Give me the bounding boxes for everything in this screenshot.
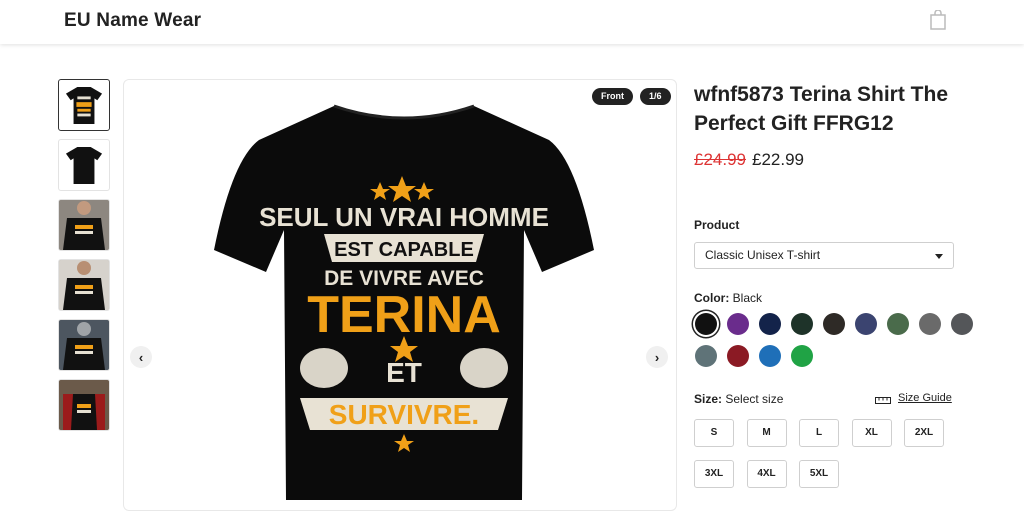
print-line-4: TERINA xyxy=(307,286,501,344)
ruler-icon xyxy=(875,397,891,404)
thumbnail-model-2[interactable] xyxy=(58,259,110,311)
thumbnail-model-4[interactable] xyxy=(58,379,110,431)
thumbnail-back[interactable] xyxy=(58,139,110,191)
thumbnail-model-1[interactable] xyxy=(58,199,110,251)
color-swatch[interactable] xyxy=(855,313,877,335)
color-swatch[interactable] xyxy=(919,313,941,335)
tshirt-image: SEUL UN VRAI HOMME EST CAPABLE DE VIVRE … xyxy=(214,104,594,500)
size-option-4xl[interactable]: 4XL xyxy=(746,460,787,488)
product-select[interactable]: Classic Unisex T-shirt xyxy=(694,242,954,269)
site-header: EU Name Wear xyxy=(0,0,1024,44)
color-swatch[interactable] xyxy=(759,345,781,367)
print-line-6: SURVIVRE. xyxy=(329,399,479,430)
color-swatch[interactable] xyxy=(791,345,813,367)
thumbnail-list xyxy=(58,79,112,439)
thumbnail-model-3[interactable] xyxy=(58,319,110,371)
size-label-key: Size: xyxy=(694,392,723,406)
current-price: £22.99 xyxy=(752,150,804,169)
color-swatch[interactable] xyxy=(727,313,749,335)
size-guide-link[interactable]: Size Guide xyxy=(898,392,952,404)
chevron-left-icon[interactable]: ‹ xyxy=(130,346,152,368)
color-swatch[interactable] xyxy=(823,313,845,335)
size-option-m[interactable]: M xyxy=(746,419,787,447)
color-swatch[interactable] xyxy=(887,313,909,335)
print-line-2: EST CAPABLE xyxy=(334,239,474,261)
product-select-value: Classic Unisex T-shirt xyxy=(705,248,821,262)
thumbnail-front[interactable] xyxy=(58,79,110,131)
color-swatch[interactable] xyxy=(951,313,973,335)
product-info: wfnf5873 Terina Shirt The Perfect Gift F… xyxy=(694,80,974,488)
product-image-viewer: Front 1/6 ‹ › SEUL UN VRAI HOMME EST CAP… xyxy=(123,79,677,511)
size-option-3xl[interactable]: 3XL xyxy=(694,460,734,488)
shopping-bag-icon[interactable] xyxy=(929,10,947,30)
color-swatch[interactable] xyxy=(727,345,749,367)
color-swatch[interactable] xyxy=(695,313,717,335)
chevron-down-icon xyxy=(935,254,943,259)
product-label: Product xyxy=(694,218,740,232)
color-label: Color: Black xyxy=(694,291,762,305)
color-swatch[interactable] xyxy=(759,313,781,335)
chevron-right-icon[interactable]: › xyxy=(646,346,668,368)
price: £24.99 £22.99 xyxy=(694,150,974,170)
color-swatch[interactable] xyxy=(695,345,717,367)
image-counter: 1/6 xyxy=(640,88,671,105)
size-option-2xl[interactable]: 2XL xyxy=(904,419,944,447)
print-line-5: ET xyxy=(386,357,422,388)
old-price: £24.99 xyxy=(694,150,746,169)
color-swatch[interactable] xyxy=(791,313,813,335)
product-title: wfnf5873 Terina Shirt The Perfect Gift F… xyxy=(694,83,948,135)
size-option-5xl[interactable]: 5XL xyxy=(799,460,839,488)
size-option-s[interactable]: S xyxy=(694,419,734,447)
print-line-1: SEUL UN VRAI HOMME xyxy=(259,202,549,232)
color-label-value: Black xyxy=(732,291,763,305)
size-option-xl[interactable]: XL xyxy=(851,419,892,447)
brand-logo[interactable]: EU Name Wear xyxy=(64,10,201,32)
size-label-value: Select size xyxy=(725,392,784,406)
size-option-l[interactable]: L xyxy=(799,419,839,447)
color-label-key: Color: xyxy=(694,291,730,305)
